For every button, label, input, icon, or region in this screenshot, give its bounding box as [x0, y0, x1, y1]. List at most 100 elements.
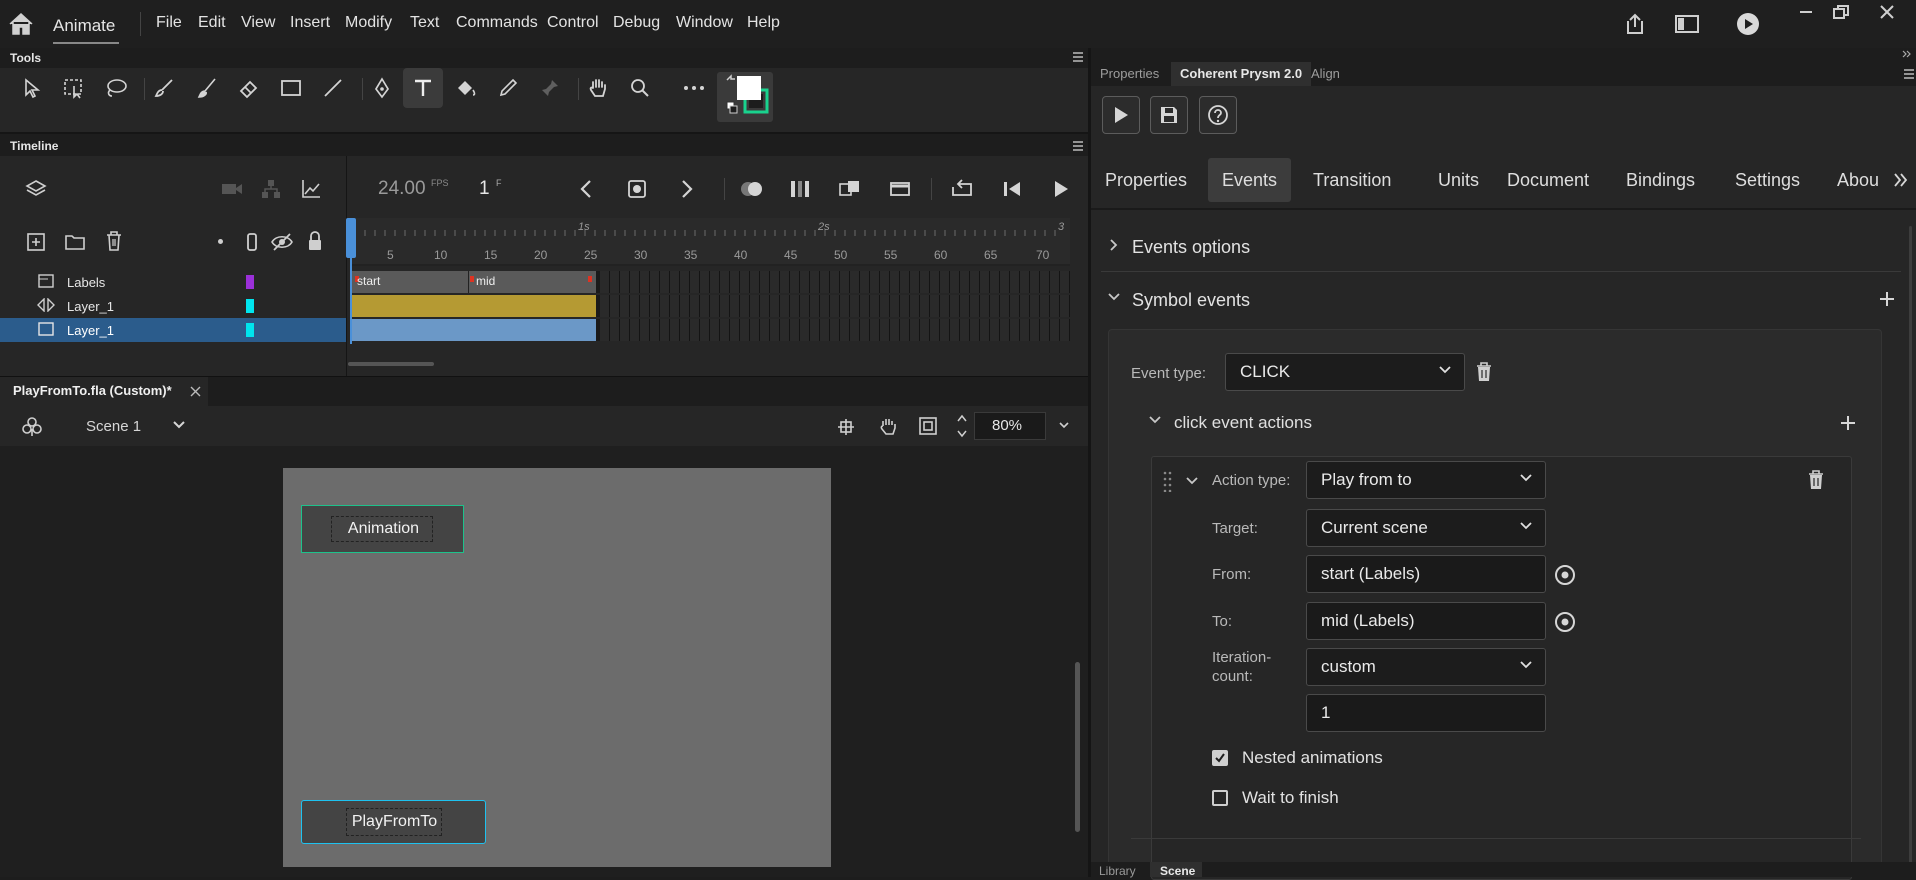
- lock-all-icon[interactable]: [306, 230, 324, 252]
- classic-brush-tool-icon[interactable]: [187, 68, 227, 108]
- animation-button[interactable]: Animation: [301, 505, 464, 553]
- add-action-icon[interactable]: [1839, 414, 1857, 432]
- free-transform-tool-icon[interactable]: [54, 68, 94, 108]
- tab-settings[interactable]: Settings: [1721, 158, 1814, 202]
- text-tool-icon[interactable]: [403, 68, 443, 108]
- hand-tool-icon[interactable]: [578, 68, 618, 108]
- new-folder-icon[interactable]: [64, 232, 86, 252]
- chevron-down-icon[interactable]: [1148, 415, 1162, 425]
- menu-file[interactable]: File: [156, 14, 182, 32]
- selection-tool-icon[interactable]: [12, 68, 52, 108]
- graph-icon[interactable]: [300, 178, 322, 200]
- panel-menu-icon[interactable]: [1072, 52, 1084, 62]
- insert-keyframe-icon[interactable]: [626, 178, 648, 200]
- zoom-tool-icon[interactable]: [620, 68, 660, 108]
- menu-text[interactable]: Text: [410, 14, 439, 32]
- paint-brush-tool-icon[interactable]: [145, 68, 185, 108]
- iteration-count-select[interactable]: custom: [1306, 648, 1546, 686]
- loop-icon[interactable]: [950, 178, 976, 200]
- target-select[interactable]: Current scene: [1306, 509, 1546, 547]
- tab-scene[interactable]: Scene: [1160, 864, 1195, 878]
- rectangle-tool-icon[interactable]: [271, 68, 311, 108]
- layer-color-swatch[interactable]: [246, 275, 254, 289]
- menu-window[interactable]: Window: [676, 14, 733, 32]
- onion-skin-icon[interactable]: [739, 178, 765, 200]
- next-keyframe-icon[interactable]: [679, 178, 695, 200]
- playhead-handle[interactable]: [346, 218, 356, 258]
- event-type-select[interactable]: CLICK: [1225, 353, 1465, 391]
- nested-animations-checkbox[interactable]: [1212, 750, 1228, 766]
- tab-transition[interactable]: Transition: [1299, 158, 1405, 202]
- hide-all-icon[interactable]: [270, 232, 294, 252]
- chevron-right-icon[interactable]: [1109, 238, 1119, 252]
- panel-menu-icon[interactable]: [1072, 141, 1084, 151]
- drag-handle-icon[interactable]: [1163, 470, 1173, 492]
- menu-debug[interactable]: Debug: [613, 14, 660, 32]
- tab-properties[interactable]: Properties: [1091, 158, 1201, 202]
- color-swatches[interactable]: [717, 72, 773, 122]
- panel-menu-icon[interactable]: [1903, 69, 1915, 79]
- workspace-icon[interactable]: [1675, 14, 1699, 34]
- more-tools-icon[interactable]: [674, 68, 714, 108]
- menu-view[interactable]: View: [241, 14, 275, 32]
- scene-name[interactable]: Scene 1: [86, 418, 141, 435]
- delete-layer-icon[interactable]: [104, 230, 124, 252]
- chevron-down-icon[interactable]: [1058, 421, 1070, 429]
- delete-event-icon[interactable]: [1475, 362, 1493, 382]
- tab-properties-panel[interactable]: Properties: [1091, 62, 1168, 86]
- layer-row-labels[interactable]: Labels: [0, 270, 346, 294]
- tab-align[interactable]: Align: [1302, 62, 1349, 86]
- scene-icon[interactable]: [21, 415, 43, 437]
- zoom-stepper-icon[interactable]: [955, 411, 969, 441]
- target-picker-icon[interactable]: [1554, 611, 1576, 633]
- frame-value[interactable]: 1: [479, 178, 490, 200]
- click-event-actions-title[interactable]: click event actions: [1174, 413, 1312, 433]
- expand-panels-icon[interactable]: [1902, 50, 1912, 58]
- panel-scrollbar[interactable]: [1909, 226, 1912, 866]
- fps-value[interactable]: 24.00: [378, 178, 426, 200]
- save-button[interactable]: [1150, 96, 1188, 134]
- insert-blank-icon[interactable]: [888, 178, 912, 200]
- close-window-icon[interactable]: [1878, 4, 1896, 20]
- home-icon[interactable]: [8, 12, 34, 36]
- step-back-icon[interactable]: [1001, 178, 1023, 200]
- more-tabs-icon[interactable]: [1893, 172, 1909, 188]
- layer-row-layer1[interactable]: Layer_1: [0, 294, 346, 318]
- menu-modify[interactable]: Modify: [345, 14, 392, 32]
- test-movie-icon[interactable]: [1736, 12, 1760, 36]
- menu-insert[interactable]: Insert: [290, 14, 330, 32]
- menu-help[interactable]: Help: [747, 14, 780, 32]
- layer-color-swatch[interactable]: [246, 323, 254, 337]
- timeline-scrollbar[interactable]: [348, 362, 434, 366]
- events-options-title[interactable]: Events options: [1132, 237, 1250, 258]
- line-tool-icon[interactable]: [313, 68, 353, 108]
- frame-ruler[interactable]: [350, 218, 1070, 266]
- previous-keyframe-icon[interactable]: [578, 178, 594, 200]
- tab-events[interactable]: Events: [1208, 158, 1292, 202]
- camera-icon[interactable]: [220, 180, 244, 198]
- menu-edit[interactable]: Edit: [198, 14, 226, 32]
- tab-library[interactable]: Library: [1099, 864, 1136, 878]
- paint-bucket-tool-icon[interactable]: [446, 68, 486, 108]
- restore-icon[interactable]: [1831, 4, 1851, 20]
- layers-icon[interactable]: [24, 178, 48, 200]
- clip-content-icon[interactable]: [918, 416, 938, 436]
- new-layer-icon[interactable]: [26, 232, 46, 252]
- lasso-tool-icon[interactable]: [96, 68, 136, 108]
- chevron-down-icon[interactable]: [1185, 476, 1199, 486]
- snap-to-objects-icon[interactable]: [836, 417, 856, 437]
- share-icon[interactable]: [1624, 12, 1646, 36]
- to-input[interactable]: mid (Labels): [1306, 602, 1546, 640]
- chevron-down-icon[interactable]: [172, 420, 186, 430]
- stage[interactable]: Animation PlayFromTo: [283, 468, 831, 867]
- iteration-number-input[interactable]: 1: [1306, 694, 1546, 732]
- layer-color-swatch[interactable]: [246, 299, 254, 313]
- highlight-dot-icon[interactable]: [218, 239, 223, 244]
- rotate-stage-icon[interactable]: [877, 415, 899, 437]
- frames-layer1-selected[interactable]: [350, 319, 1070, 341]
- eraser-tool-icon[interactable]: [229, 68, 269, 108]
- layer-row-layer1-selected[interactable]: Layer_1: [0, 318, 346, 342]
- target-picker-icon[interactable]: [1554, 564, 1576, 586]
- add-symbol-event-icon[interactable]: [1878, 290, 1896, 308]
- playfromto-button[interactable]: PlayFromTo: [301, 800, 486, 844]
